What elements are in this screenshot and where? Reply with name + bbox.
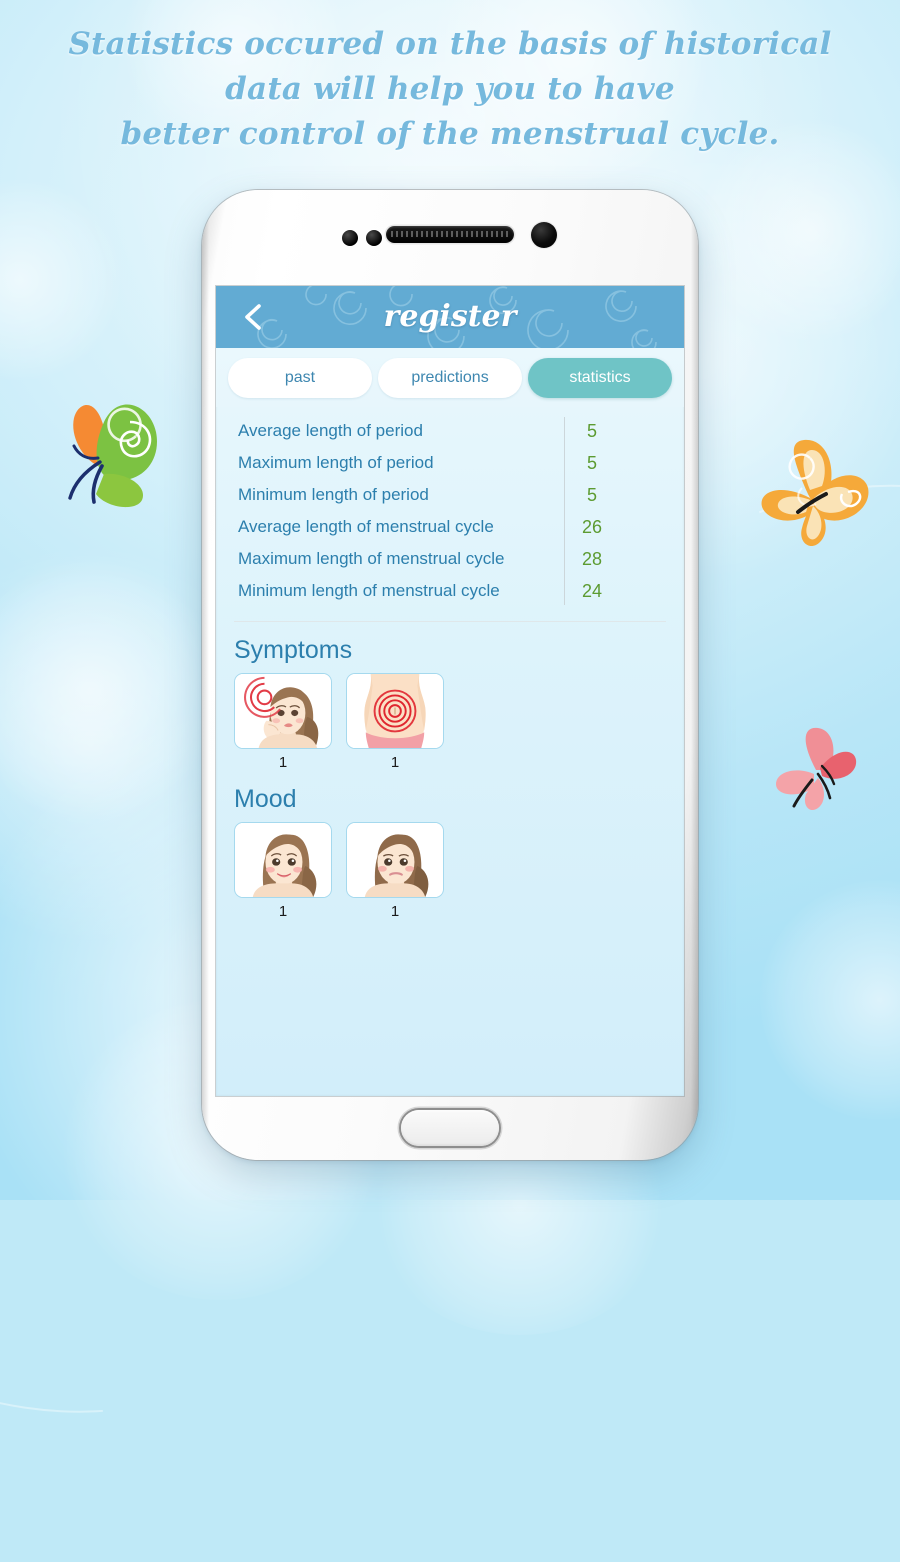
tab-bar: past predictions statistics [216, 348, 684, 407]
stat-value: 5 [586, 484, 597, 505]
symptom-count: 1 [278, 754, 288, 771]
mood-count: 1 [278, 903, 288, 920]
symptom-item-headache: 1 [234, 673, 332, 771]
earpiece-speaker-icon [386, 226, 514, 243]
table-row: Maximum length of menstrual cycle 28 [234, 543, 666, 575]
table-row: Minimum length of period 5 [234, 479, 666, 511]
stat-label: Average length of menstrual cycle [238, 517, 494, 536]
happy-face-icon[interactable] [234, 822, 332, 898]
app-header: register [216, 286, 684, 348]
mood-section: Mood 1 1 [234, 785, 666, 920]
neutral-face-icon[interactable] [346, 822, 444, 898]
stat-value: 26 [581, 516, 603, 537]
page-title: Statistics occured on the basis of histo… [0, 22, 900, 157]
tab-statistics[interactable]: statistics [528, 358, 672, 398]
phone-device: register past predictions statistics Ave… [202, 190, 698, 1160]
light-sensor-icon [366, 230, 382, 246]
headache-icon[interactable] [234, 673, 332, 749]
stat-label: Minimum length of period [238, 485, 429, 504]
pink-butterfly-icon [762, 718, 866, 820]
proximity-sensor-icon [342, 230, 358, 246]
stat-label: Average length of period [238, 421, 423, 440]
stat-value: 24 [581, 580, 603, 601]
headline-line-1: Statistics occured on the basis of histo… [68, 26, 832, 62]
table-row: Maximum length of period 5 [234, 447, 666, 479]
headline-line-2: data will help you to have [225, 71, 675, 107]
table-row: Average length of period 5 [234, 415, 666, 447]
mood-title: Mood [234, 785, 297, 813]
table-row: Minimum length of menstrual cycle 24 [234, 575, 666, 607]
symptoms-title: Symptoms [234, 636, 353, 664]
mood-icon-row: 1 1 [234, 822, 666, 920]
stat-label: Maximum length of menstrual cycle [238, 549, 505, 568]
symptom-item-cramp: 1 [346, 673, 444, 771]
mood-item-neutral: 1 [346, 822, 444, 920]
tab-past[interactable]: past [228, 358, 372, 398]
stat-value: 5 [586, 420, 597, 441]
orange-butterfly-icon [752, 432, 876, 554]
phone-top-hardware [202, 216, 698, 258]
mood-count: 1 [390, 903, 400, 920]
phone-screen: register past predictions statistics Ave… [216, 286, 684, 1096]
table-row: Average length of menstrual cycle 26 [234, 511, 666, 543]
mood-item-happy: 1 [234, 822, 332, 920]
front-camera-icon [531, 222, 557, 248]
headline-line-3: better control of the menstrual cycle. [120, 116, 780, 152]
stat-value: 28 [581, 548, 603, 569]
green-orange-butterfly-icon [44, 388, 170, 512]
stat-label: Minimum length of menstrual cycle [238, 581, 500, 600]
symptoms-icon-row: 1 1 [234, 673, 666, 771]
home-button[interactable] [401, 1110, 499, 1146]
symptom-count: 1 [390, 754, 400, 771]
app-title: register [383, 299, 517, 334]
stat-value: 5 [586, 452, 597, 473]
symptoms-section: Symptoms 1 1 [234, 636, 666, 771]
statistics-table: Average length of period 5 Maximum lengt… [234, 409, 666, 622]
stat-label: Maximum length of period [238, 453, 434, 472]
tab-predictions[interactable]: predictions [378, 358, 522, 398]
abdominal-cramp-icon[interactable] [346, 673, 444, 749]
